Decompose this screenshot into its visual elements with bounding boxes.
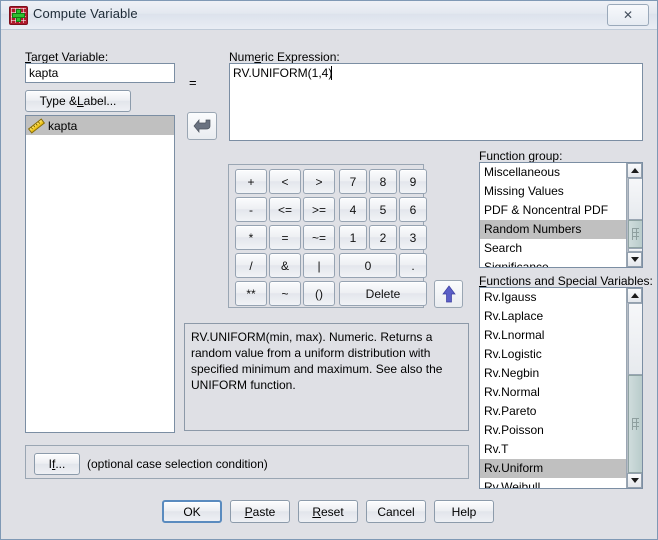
key-delete[interactable]: Delete	[339, 281, 427, 306]
list-item-selected[interactable]: Rv.Uniform	[480, 459, 626, 478]
variable-name: kapta	[48, 118, 78, 133]
key-plus[interactable]: +	[235, 169, 267, 194]
up-arrow-icon	[441, 285, 456, 303]
target-variable-label: Target Variable:	[25, 50, 109, 64]
numeric-expression-input[interactable]: RV.UNIFORM(1,4)	[229, 63, 643, 141]
scrollbar-thumb[interactable]	[628, 375, 642, 473]
functions-scrollbar[interactable]	[626, 288, 642, 488]
key-or[interactable]: |	[303, 253, 335, 278]
variable-list[interactable]: kapta	[25, 115, 175, 433]
list-item[interactable]: Rv.Pareto	[480, 402, 626, 421]
key-greater-equal[interactable]: >=	[303, 197, 335, 222]
key-1[interactable]: 1	[339, 225, 367, 250]
key-decimal-point[interactable]: .	[399, 253, 427, 278]
list-item[interactable]: Search	[480, 239, 626, 258]
list-item[interactable]: Miscellaneous	[480, 163, 626, 182]
function-group-label: Function group:	[479, 149, 563, 163]
function-group-list[interactable]: Miscellaneous Missing Values PDF & Nonce…	[479, 162, 643, 268]
list-item[interactable]: Rv.Poisson	[480, 421, 626, 440]
list-item[interactable]: Rv.Negbin	[480, 364, 626, 383]
close-icon[interactable]: ✕	[607, 4, 649, 26]
list-item[interactable]: Significance	[480, 258, 626, 267]
type-and-label-button[interactable]: Type & Label...	[25, 90, 131, 112]
function-description: RV.UNIFORM(min, max). Numeric. Returns a…	[184, 323, 469, 431]
key-4[interactable]: 4	[339, 197, 367, 222]
list-item[interactable]: Rv.Lnormal	[480, 326, 626, 345]
numeric-expression-value: RV.UNIFORM(1,4)	[233, 66, 333, 80]
scrollbar-thumb-upper[interactable]	[628, 303, 642, 375]
key-not-equal[interactable]: ~=	[303, 225, 335, 250]
if-button[interactable]: If...	[34, 453, 80, 475]
cancel-button[interactable]: Cancel	[366, 500, 426, 523]
list-item[interactable]: Rv.Laplace	[480, 307, 626, 326]
text-caret	[331, 66, 336, 80]
key-2[interactable]: 2	[369, 225, 397, 250]
list-item[interactable]: Rv.Igauss	[480, 288, 626, 307]
ok-button[interactable]: OK	[162, 500, 222, 523]
function-group-scrollbar[interactable]	[626, 163, 642, 267]
list-item[interactable]: Missing Values	[480, 182, 626, 201]
key-minus[interactable]: -	[235, 197, 267, 222]
insert-function-arrow-button[interactable]	[434, 280, 463, 308]
scroll-down-icon[interactable]	[627, 252, 642, 267]
compute-variable-dialog: Compute Variable ✕ Target Variable: = Ty…	[0, 0, 658, 540]
key-divide[interactable]: /	[235, 253, 267, 278]
insert-variable-arrow-button[interactable]	[187, 112, 217, 140]
ruler-icon	[27, 117, 46, 134]
condition-hint: (optional case selection condition)	[87, 457, 268, 471]
key-less-equal[interactable]: <=	[269, 197, 301, 222]
equals-sign: =	[189, 75, 197, 90]
list-item[interactable]: PDF & Noncentral PDF	[480, 201, 626, 220]
key-9[interactable]: 9	[399, 169, 427, 194]
scrollbar-track[interactable]	[627, 303, 642, 473]
key-parentheses[interactable]: ()	[303, 281, 335, 306]
key-power[interactable]: **	[235, 281, 267, 306]
list-item[interactable]: Rv.Logistic	[480, 345, 626, 364]
key-and[interactable]: &	[269, 253, 301, 278]
key-5[interactable]: 5	[369, 197, 397, 222]
list-item-selected[interactable]: Random Numbers	[480, 220, 626, 239]
compute-variable-icon	[9, 6, 28, 25]
key-equals[interactable]: =	[269, 225, 301, 250]
key-less-than[interactable]: <	[269, 169, 301, 194]
target-variable-input[interactable]	[25, 63, 175, 83]
paste-button[interactable]: Paste	[230, 500, 290, 523]
key-7[interactable]: 7	[339, 169, 367, 194]
help-button[interactable]: Help	[434, 500, 494, 523]
title-bar: Compute Variable ✕	[1, 1, 657, 30]
scroll-up-icon[interactable]	[627, 163, 642, 178]
key-multiply[interactable]: *	[235, 225, 267, 250]
key-8[interactable]: 8	[369, 169, 397, 194]
list-item[interactable]: Rv.Normal	[480, 383, 626, 402]
key-0[interactable]: 0	[339, 253, 397, 278]
functions-label: Functions and Special Variables:	[479, 274, 653, 288]
scrollbar-thumb[interactable]	[628, 220, 642, 248]
key-6[interactable]: 6	[399, 197, 427, 222]
scrollbar-track[interactable]	[627, 178, 642, 252]
key-greater-than[interactable]: >	[303, 169, 335, 194]
key-3[interactable]: 3	[399, 225, 427, 250]
scroll-up-icon[interactable]	[627, 288, 642, 303]
list-item[interactable]: Rv.T	[480, 440, 626, 459]
key-not[interactable]: ~	[269, 281, 301, 306]
left-turn-arrow-icon	[193, 119, 211, 133]
window-title: Compute Variable	[33, 6, 138, 21]
numeric-expression-label: Numeric Expression:	[229, 50, 340, 64]
list-item[interactable]: Rv.Weibull	[480, 478, 626, 488]
reset-button[interactable]: Reset	[298, 500, 358, 523]
functions-list[interactable]: Rv.Igauss Rv.Laplace Rv.Lnormal Rv.Logis…	[479, 287, 643, 489]
scroll-down-icon[interactable]	[627, 473, 642, 488]
list-item[interactable]: kapta	[26, 116, 174, 135]
scrollbar-thumb-upper[interactable]	[628, 178, 642, 220]
